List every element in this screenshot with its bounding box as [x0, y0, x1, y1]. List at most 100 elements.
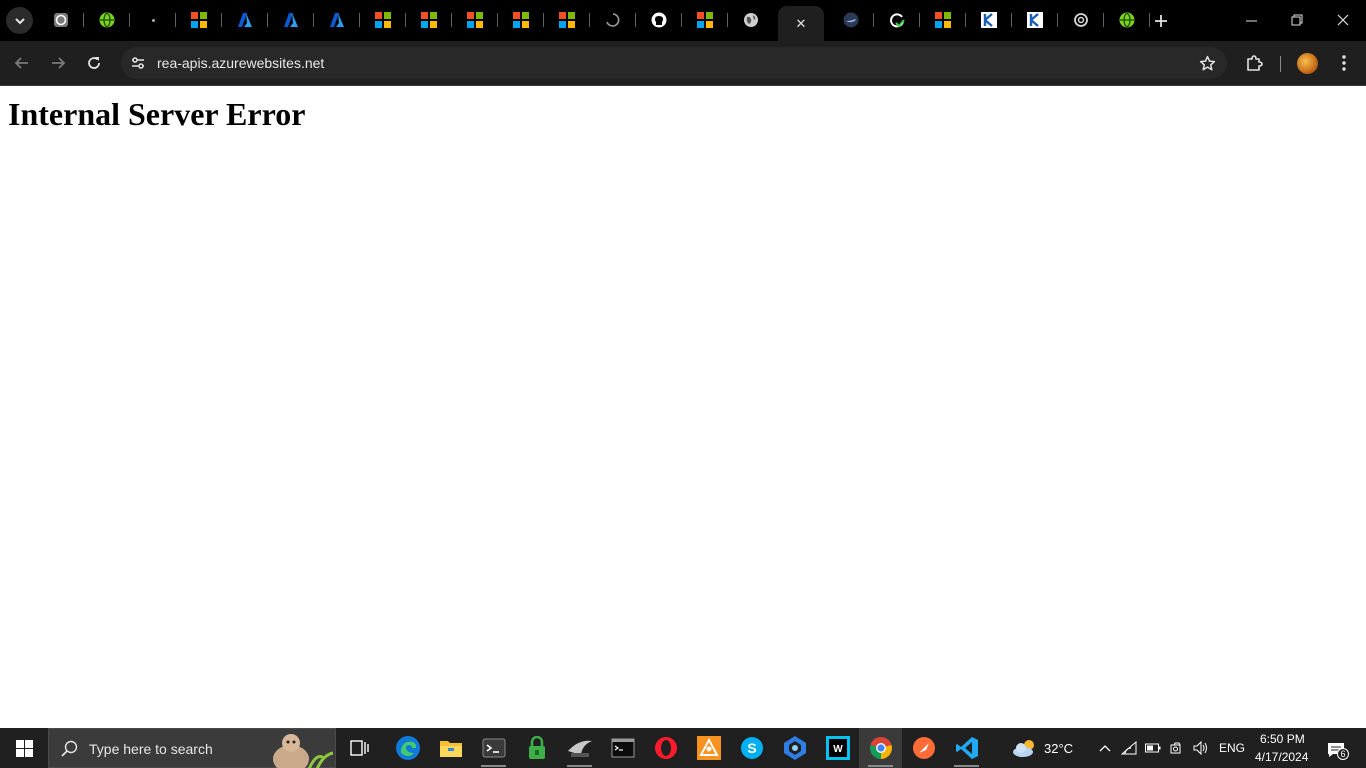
taskbar-terminal[interactable]	[472, 728, 515, 768]
taskbar-file-explorer[interactable]	[429, 728, 472, 768]
notification-center-button[interactable]: 6	[1325, 739, 1349, 761]
microsoft-icon	[559, 12, 575, 28]
battery-button[interactable]	[1145, 740, 1161, 756]
tune-icon	[132, 57, 144, 69]
minimize-button[interactable]	[1228, 0, 1274, 40]
reload-icon	[88, 57, 100, 69]
weather-temp[interactable]: 32°C	[1044, 741, 1073, 756]
restore-button[interactable]	[1274, 0, 1320, 40]
tab-microsoft-5[interactable]	[498, 7, 544, 33]
taskbar-wireshark[interactable]	[558, 728, 601, 768]
taskbar-webstorm[interactable]: W	[816, 728, 859, 768]
lock-icon	[528, 736, 545, 759]
forward-button[interactable]	[43, 48, 73, 78]
chatgpt-icon	[54, 13, 68, 27]
tab-green-globe-2[interactable]	[1104, 7, 1150, 33]
azure-icon	[284, 13, 298, 27]
tab-active[interactable]: ✕	[778, 6, 824, 41]
toolbar-divider	[1280, 56, 1281, 72]
tab-github[interactable]	[636, 7, 682, 33]
tab-microsoft-7[interactable]	[682, 7, 728, 33]
reload-button[interactable]	[79, 48, 109, 78]
tab-microsoft-8[interactable]	[920, 7, 966, 33]
search-icon	[61, 740, 78, 757]
taskbar-opera[interactable]	[644, 728, 687, 768]
opera-icon	[654, 737, 677, 759]
tab-microsoft-2[interactable]	[360, 7, 406, 33]
green-globe-icon	[1119, 12, 1135, 28]
language-indicator[interactable]: ENG	[1219, 741, 1245, 755]
taskbar-edge[interactable]	[386, 728, 429, 768]
network-button[interactable]	[1121, 740, 1137, 756]
url-text[interactable]: rea-apis.azurewebsites.net	[157, 55, 324, 71]
clock-date[interactable]: 4/17/2024	[1255, 750, 1308, 764]
arrow-left-icon	[14, 57, 28, 69]
minimize-icon	[1245, 20, 1257, 21]
meet-now-button[interactable]	[1169, 740, 1185, 756]
tab-green-globe-1[interactable]	[84, 7, 130, 33]
task-view-button[interactable]	[338, 728, 381, 768]
restore-icon	[1291, 14, 1303, 26]
azure-icon	[238, 13, 252, 27]
tab-docker[interactable]	[828, 7, 874, 33]
skype-icon: S	[740, 737, 763, 759]
puzzle-icon	[1247, 55, 1263, 71]
microsoft-icon	[191, 12, 207, 28]
taskbar-chrome[interactable]	[859, 728, 902, 768]
start-button[interactable]	[0, 728, 48, 768]
volume-button[interactable]	[1193, 740, 1209, 756]
tab-k-1[interactable]	[966, 7, 1012, 33]
tab-azure-2[interactable]	[268, 7, 314, 33]
vscode-icon	[955, 737, 978, 759]
address-bar[interactable]: rea-apis.azurewebsites.net	[121, 47, 1227, 79]
tab-search-button[interactable]	[6, 7, 33, 34]
taskbar-sourcetree[interactable]	[687, 728, 730, 768]
taskbar-search-box[interactable]: Type here to search	[48, 728, 336, 768]
more-vert-icon	[1342, 55, 1346, 71]
cmd-icon	[611, 738, 634, 758]
tab-loading[interactable]	[590, 7, 636, 33]
close-window-button[interactable]	[1320, 0, 1366, 40]
taskbar-postman[interactable]	[902, 728, 945, 768]
weather-widget[interactable]	[1012, 738, 1038, 758]
taskbar-vscode[interactable]	[945, 728, 988, 768]
sourcetree-icon	[696, 736, 721, 760]
tab-refresh-check[interactable]	[874, 7, 920, 33]
taskbar-skype[interactable]: S	[730, 728, 773, 768]
tab-openai[interactable]	[1058, 7, 1104, 33]
menu-button[interactable]	[1329, 48, 1359, 78]
close-icon[interactable]: ✕	[796, 17, 807, 30]
taskbar-password-manager[interactable]	[515, 728, 558, 768]
show-hidden-icons-button[interactable]	[1097, 740, 1113, 756]
search-placeholder: Type here to search	[89, 741, 213, 757]
site-info-button[interactable]	[126, 51, 150, 75]
tab-chatgpt[interactable]	[38, 7, 84, 33]
task-view-icon	[349, 740, 369, 756]
profile-avatar[interactable]	[1297, 53, 1318, 74]
svg-text:S: S	[747, 740, 756, 756]
taskbar-azure-data-studio[interactable]	[773, 728, 816, 768]
tab-globe[interactable]	[728, 7, 774, 33]
tab-microsoft-4[interactable]	[452, 7, 498, 33]
page-title: Internal Server Error	[8, 96, 306, 132]
page-content: Internal Server Error	[0, 87, 1366, 728]
bookmark-button[interactable]	[1196, 52, 1218, 74]
tab-microsoft-1[interactable]	[176, 7, 222, 33]
tab-azure-1[interactable]	[222, 7, 268, 33]
plus-icon	[1155, 15, 1167, 27]
tab-k-2[interactable]	[1012, 7, 1058, 33]
tab-microsoft-3[interactable]	[406, 7, 452, 33]
tab-microsoft-6[interactable]	[544, 7, 590, 33]
taskbar-command-prompt[interactable]	[601, 728, 644, 768]
back-button[interactable]	[7, 48, 37, 78]
tab-azure-3[interactable]	[314, 7, 360, 33]
cloudy-sun-icon	[1013, 740, 1034, 757]
clock-time[interactable]: 6:50 PM	[1260, 732, 1305, 746]
folder-icon	[439, 741, 462, 757]
shark-fin-icon	[567, 740, 592, 757]
extensions-button[interactable]	[1239, 48, 1269, 78]
wifi-icon	[1121, 741, 1137, 755]
azure-icon	[330, 13, 344, 27]
tab-blank-1[interactable]	[130, 7, 176, 33]
new-tab-button[interactable]	[1148, 8, 1174, 34]
